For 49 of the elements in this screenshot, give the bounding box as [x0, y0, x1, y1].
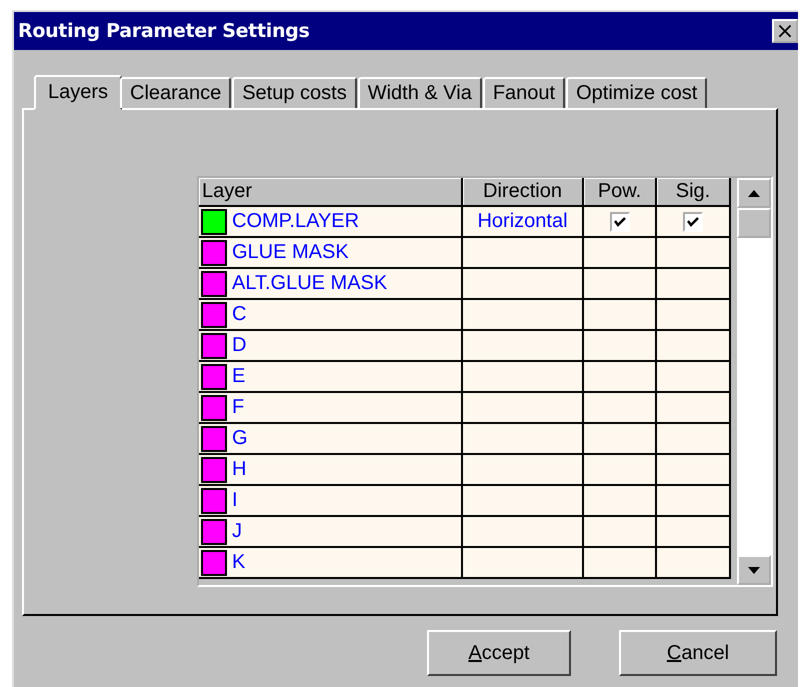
color-swatch[interactable]: [201, 518, 227, 544]
color-swatch[interactable]: [201, 456, 227, 482]
layer-name: E: [232, 365, 246, 388]
layer-name: K: [232, 551, 246, 574]
color-swatch[interactable]: [201, 550, 227, 576]
column-header: Layer: [199, 178, 462, 206]
tab[interactable]: Width & Via: [358, 77, 482, 108]
scroll-thumb[interactable]: [737, 208, 771, 238]
layer-name: ALT.GLUE MASK: [232, 272, 388, 295]
layer-name: F: [232, 396, 244, 419]
scroll-down-button[interactable]: [737, 555, 771, 585]
layer-name: D: [232, 334, 246, 357]
scroll-up-button[interactable]: [737, 178, 771, 208]
accept-button[interactable]: Accept: [427, 630, 571, 676]
down-arrow-icon: [748, 566, 760, 574]
color-swatch[interactable]: [201, 488, 227, 514]
column-header: Sig.: [656, 178, 730, 206]
up-arrow-icon: [748, 190, 760, 196]
layer-name: GLUE MASK: [232, 241, 349, 264]
cancel-button[interactable]: Cancel: [619, 630, 777, 676]
tab[interactable]: Layers: [34, 75, 122, 110]
check-icon: [614, 216, 626, 228]
direction-value: Horizontal: [477, 210, 568, 232]
color-swatch[interactable]: [201, 208, 227, 234]
layer-name: I: [232, 489, 238, 512]
tab[interactable]: Setup costs: [232, 77, 357, 108]
checkbox[interactable]: [683, 212, 703, 232]
close-button[interactable]: ×: [772, 19, 798, 43]
checkbox[interactable]: [610, 212, 630, 232]
layer-name: J: [232, 520, 242, 543]
check-icon: [687, 216, 699, 228]
color-swatch[interactable]: [201, 364, 227, 390]
scrollbar[interactable]: [737, 178, 771, 585]
color-swatch[interactable]: [201, 302, 227, 328]
layer-name: G: [232, 427, 248, 450]
column-header: Direction: [462, 178, 583, 206]
color-swatch[interactable]: [201, 270, 227, 296]
color-swatch[interactable]: [201, 240, 227, 266]
layer-name: H: [232, 458, 246, 481]
layer-name: COMP.LAYER: [232, 210, 360, 233]
tab[interactable]: Clearance: [120, 77, 232, 108]
color-swatch[interactable]: [201, 394, 227, 420]
color-swatch[interactable]: [201, 332, 227, 358]
color-swatch[interactable]: [201, 426, 227, 452]
tab[interactable]: Fanout: [482, 77, 566, 108]
window-title: Routing Parameter Settings: [18, 20, 310, 42]
layer-name: C: [232, 303, 246, 326]
column-header: Pow.: [583, 178, 656, 206]
tab[interactable]: Optimize cost: [566, 77, 708, 108]
